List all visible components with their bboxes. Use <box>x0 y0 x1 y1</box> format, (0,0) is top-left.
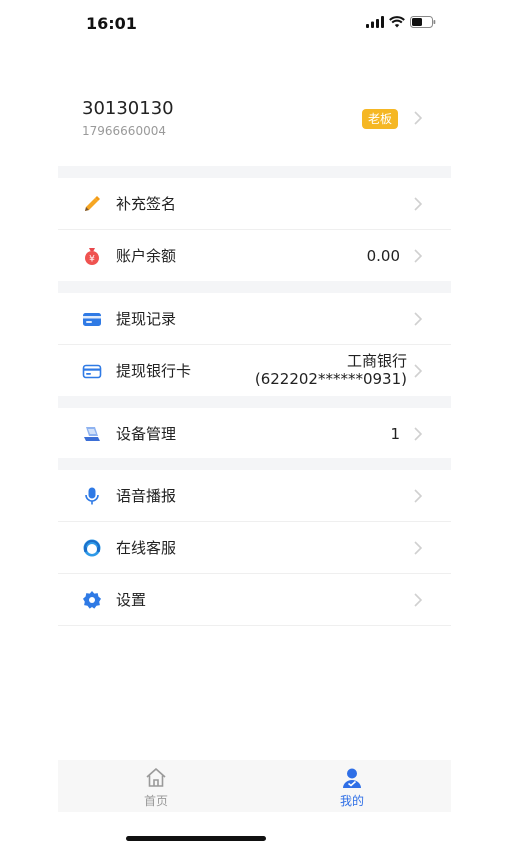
tab-home[interactable]: 首页 <box>58 760 254 812</box>
chevron-right-icon <box>414 541 423 555</box>
pencil-icon <box>85 196 100 211</box>
menu-item-withdraw-records[interactable]: 提现记录 <box>58 293 451 345</box>
balance-value: 0.00 <box>366 247 400 265</box>
profile-name: 30130130 <box>82 98 174 119</box>
section-divider <box>58 166 451 178</box>
tab-label: 我的 <box>339 794 364 808</box>
menu-item-balance[interactable]: ¥ 账户余额 0.00 <box>58 230 451 282</box>
tab-label: 首页 <box>143 794 168 808</box>
menu-item-label: 提现银行卡 <box>116 362 192 380</box>
home-indicator <box>126 836 266 841</box>
gear-icon <box>83 591 101 609</box>
bank-name: 工商银行 <box>346 352 407 370</box>
section-divider <box>58 458 451 470</box>
menu-item-label: 账户余额 <box>116 247 177 265</box>
card-icon <box>83 313 101 326</box>
chevron-right-icon <box>414 364 423 378</box>
menu-item-label: 在线客服 <box>116 539 177 557</box>
menu-item-label: 补充签名 <box>116 195 177 213</box>
card-number: (622202******0931) <box>254 370 407 388</box>
section-divider <box>58 281 451 293</box>
profile-phone: 17966660004 <box>82 124 166 138</box>
user-icon <box>343 768 361 788</box>
mine-screen: 30130130 17966660004 老板 补充签名 ¥ 账户余额 0.00 <box>58 0 451 850</box>
bank-card-icon <box>82 364 102 379</box>
chevron-right-icon <box>414 249 423 263</box>
microphone-icon <box>85 487 99 505</box>
bank-card-info: 工商银行 (622202******0931) <box>255 352 407 388</box>
chevron-right-icon <box>414 593 423 607</box>
menu-item-signature[interactable]: 补充签名 <box>58 178 451 230</box>
role-badge: 老板 <box>361 109 398 129</box>
menu-item-bank-card[interactable]: 提现银行卡 工商银行 (622202******0931) <box>58 345 451 397</box>
svg-text:¥: ¥ <box>89 255 95 265</box>
device-count: 1 <box>390 425 400 443</box>
section-divider <box>58 396 451 408</box>
chevron-right-icon <box>414 111 423 125</box>
menu-item-label: 提现记录 <box>116 310 177 328</box>
menu-item-voice[interactable]: 语音播报 <box>58 470 451 522</box>
menu-item-support[interactable]: 在线客服 <box>58 522 451 574</box>
headset-icon <box>83 539 101 557</box>
profile-header[interactable]: 30130130 17966660004 老板 <box>58 82 451 166</box>
menu-item-devices[interactable]: 设备管理 1 <box>58 408 451 460</box>
chevron-right-icon <box>414 312 423 326</box>
menu-item-settings[interactable]: 设置 <box>58 574 451 626</box>
chevron-right-icon <box>414 427 423 441</box>
chevron-right-icon <box>414 489 423 503</box>
menu-item-label: 设备管理 <box>116 425 177 443</box>
tab-bar: 首页 我的 <box>58 760 451 812</box>
menu-item-label: 语音播报 <box>116 487 177 505</box>
tab-mine[interactable]: 我的 <box>254 760 450 812</box>
device-icon <box>84 427 100 441</box>
money-bag-icon: ¥ <box>85 248 99 265</box>
menu-item-label: 设置 <box>116 591 147 609</box>
home-icon <box>146 768 166 787</box>
chevron-right-icon <box>414 197 423 211</box>
